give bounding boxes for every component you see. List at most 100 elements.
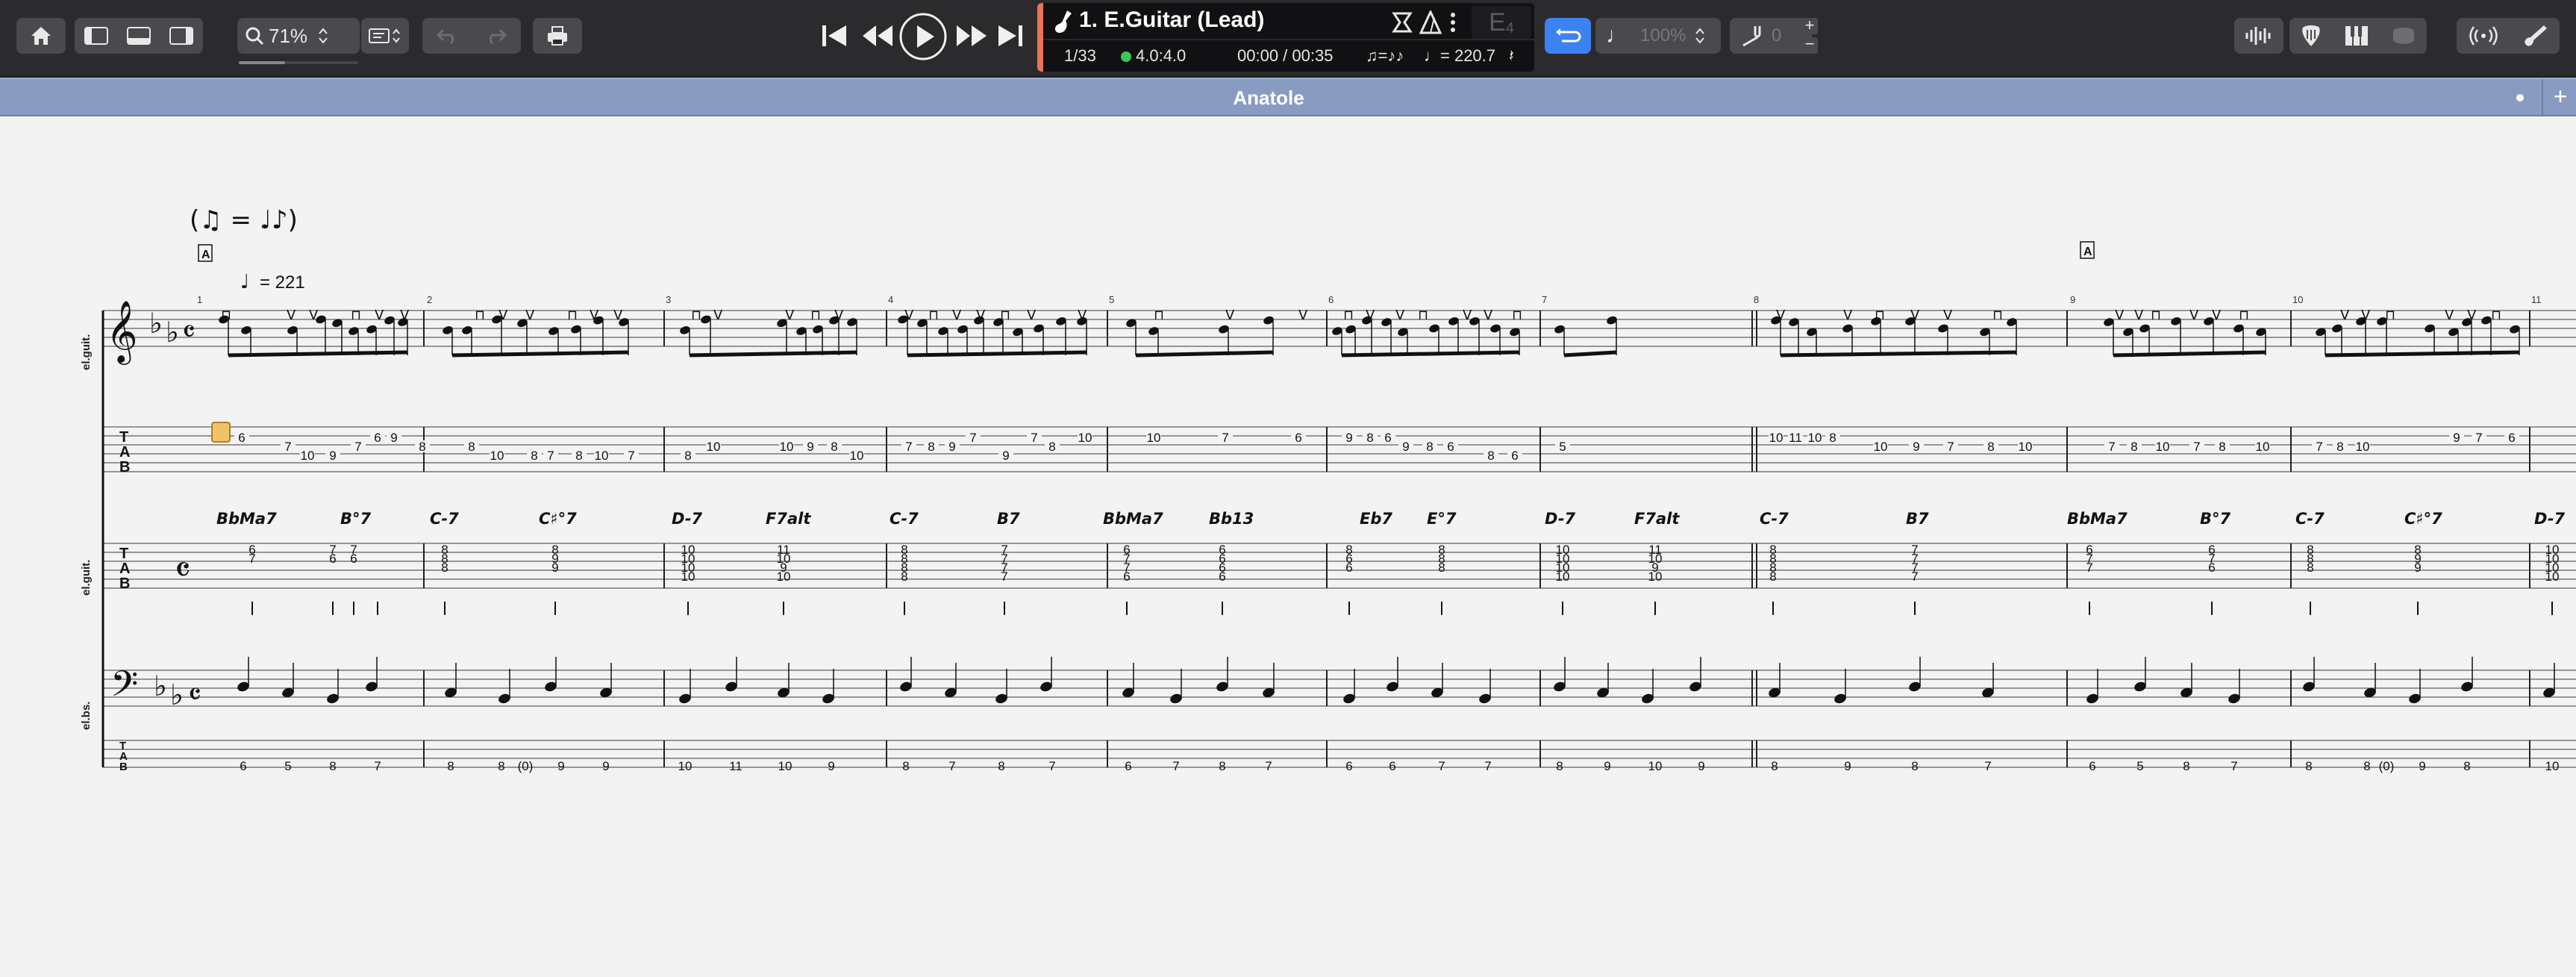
undo-icon[interactable]: [436, 27, 458, 45]
comp-fret-number: 10: [2545, 569, 2560, 584]
bass-fret-number: 10: [778, 759, 793, 773]
upstroke-mark: V: [1027, 308, 1037, 323]
bass-fret-number: 9: [557, 759, 564, 773]
pitch-down-button[interactable]: −: [1801, 36, 1818, 54]
bass-fret-number: 8: [498, 759, 504, 773]
bass-fret-number: 7: [1438, 759, 1445, 773]
chord-symbol: C-7: [1760, 510, 1789, 528]
chord-symbol: B7: [997, 510, 1020, 528]
measure-number: 10: [2292, 294, 2303, 305]
rewind-icon[interactable]: [861, 22, 894, 53]
score-view[interactable]: 1 2 3 4 5 6 7 8 9 10 11 𝄞 ♭ ♭ 𝄴 𝄢 ♭ ♭ 𝄴 𝄴 T A B T A B T A Bel.guit. e…: [0, 115, 2576, 973]
upstroke-mark: ⊓: [2385, 308, 2395, 323]
layout-left-icon[interactable]: [84, 26, 109, 46]
print-button[interactable]: [533, 18, 582, 54]
tab-fret-number: 8: [468, 440, 475, 454]
measure-number: 2: [427, 294, 432, 305]
document-tab-bar: Anatole +: [0, 78, 2576, 116]
tab-fret-number: 7: [2316, 440, 2322, 454]
bass-fret-number: 8: [329, 759, 336, 773]
note-icon: ♩: [1606, 23, 1628, 48]
pitch-stepper[interactable]: + −: [1801, 17, 1818, 54]
pitch-up-button[interactable]: +: [1801, 17, 1818, 34]
flat-sign: ♭: [170, 678, 184, 711]
bass-fret-number: 9: [1844, 759, 1851, 773]
tab-fret-number: 7: [284, 440, 291, 454]
bass-fret-number: 8: [2363, 759, 2370, 773]
note-beam: [228, 350, 408, 358]
rehearsal-mark: A: [2083, 246, 2092, 258]
tab-fret-number: 8: [1366, 431, 1373, 445]
time-elapsed: 00:00 / 00:35: [1237, 46, 1334, 65]
tab-fret-number: 8: [2219, 440, 2225, 454]
play-icon[interactable]: [898, 12, 948, 65]
metronome-icon[interactable]: [1391, 10, 1413, 38]
view-mode-button[interactable]: [361, 18, 409, 54]
broadcast-icon[interactable]: [2469, 25, 2498, 47]
speed-control[interactable]: ♩ 100%: [1595, 18, 1721, 54]
chord-symbol: C-7: [430, 510, 459, 528]
tab-fret-number: 7: [1947, 440, 1954, 454]
downstroke-mark: V: [1843, 308, 1853, 323]
upstroke-mark: ⊓: [1154, 308, 1164, 323]
note-beam: [1563, 350, 1617, 358]
bass-fret-number: 5: [284, 759, 291, 773]
downstroke-mark: V: [1463, 308, 1472, 323]
zoom-control[interactable]: 71%: [237, 18, 360, 54]
staff-label: el.bs.: [80, 702, 93, 730]
speed-stepper-icon[interactable]: [1695, 26, 1705, 46]
drum-icon[interactable]: [2391, 25, 2416, 47]
tuner-icon[interactable]: [1419, 9, 1442, 38]
skip-end-icon[interactable]: [997, 22, 1024, 53]
more-icon[interactable]: [1449, 10, 1457, 38]
guitar-pick-icon[interactable]: [2300, 24, 2322, 48]
comp-fret-number: 7: [248, 552, 255, 566]
downstroke-mark: V: [1078, 308, 1087, 323]
tab-fret-number: 10: [1078, 431, 1092, 445]
measure-number: 1: [197, 294, 202, 305]
layout-bottom-icon[interactable]: [126, 26, 151, 46]
document-title[interactable]: Anatole: [0, 87, 2537, 110]
bass-fret-number: 7: [1172, 759, 1179, 773]
downstroke-mark: ⊓: [1992, 308, 2003, 323]
audio-button[interactable]: [2234, 18, 2283, 54]
tab-fret-number: 7: [354, 440, 361, 454]
tab-fret-number: 8: [575, 449, 582, 463]
redo-icon[interactable]: [485, 27, 507, 45]
new-tab-button[interactable]: +: [2542, 79, 2576, 115]
note-beam: [1135, 350, 1274, 358]
track-title[interactable]: 1. E.Guitar (Lead): [1079, 7, 1264, 33]
home-button[interactable]: [16, 18, 66, 54]
bass-fret-number: 10: [678, 759, 693, 773]
downstroke-mark: ⊓: [2491, 308, 2501, 323]
guitar-tools-icon[interactable]: [2522, 24, 2548, 48]
print-icon: [546, 25, 569, 46]
bass-fret-number: 8: [902, 759, 909, 773]
zoom-stepper-icon[interactable]: [318, 26, 328, 46]
comp-fret-number: 8: [901, 569, 907, 584]
upstroke-mark: V: [976, 308, 986, 323]
upstroke-mark: V: [1943, 308, 1953, 323]
zoom-slider[interactable]: [239, 61, 358, 64]
downstroke-mark: V: [498, 308, 508, 323]
tab-fret-number: 6: [1447, 440, 1454, 454]
keyboard-icon[interactable]: [2344, 25, 2369, 47]
tab-fret-number: 8: [2130, 440, 2137, 454]
pitch-control[interactable]: 0: [1730, 18, 1812, 54]
layout-right-icon[interactable]: [169, 26, 194, 46]
instrument-view-group: [2289, 18, 2427, 54]
comp-fret-number: 6: [1345, 561, 1352, 575]
tab-fret-number: 9: [2453, 431, 2460, 445]
chord-symbol: D-7: [1545, 510, 1576, 528]
bass-fret-number: 8: [1556, 759, 1563, 773]
tab-fret-number: 9: [329, 449, 336, 463]
bass-fret-number: 6: [1125, 759, 1131, 773]
loop-button[interactable]: [1545, 18, 1591, 54]
fast-forward-icon[interactable]: [955, 22, 988, 53]
bass-fret-number: 9: [602, 759, 609, 773]
comp-fret-number: 10: [1556, 569, 1570, 584]
bass-fret-number: 9: [2419, 759, 2425, 773]
bass-fret-number: 7: [1265, 759, 1272, 773]
skip-start-icon[interactable]: [821, 22, 848, 53]
bass-fret-number: 11: [729, 759, 743, 773]
